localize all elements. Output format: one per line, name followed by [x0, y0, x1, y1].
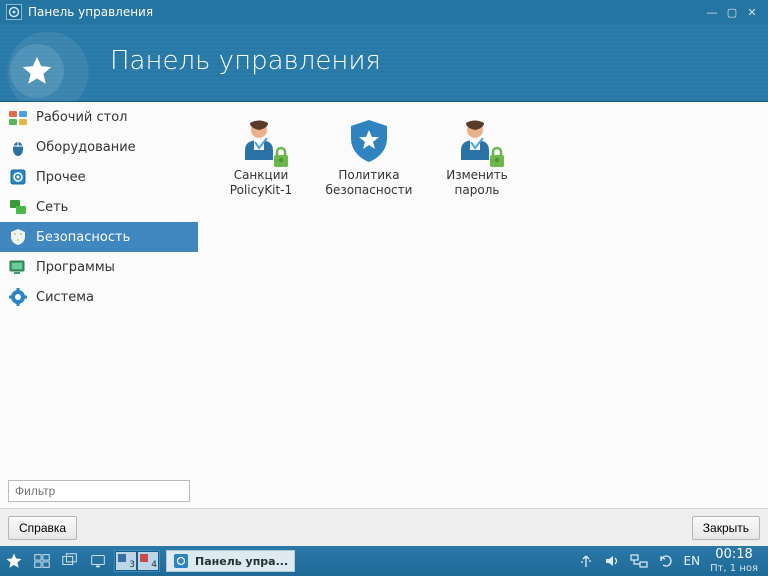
content-area: Санкции PolicyKit-1 Политика безопасност… [198, 102, 768, 508]
clock[interactable]: 00:18 Пт, 1 ноя [710, 548, 758, 573]
mouse-icon [8, 137, 28, 157]
volume-tray-icon[interactable] [604, 553, 620, 569]
header-star-icon [10, 44, 64, 98]
gear-icon [8, 167, 28, 187]
clock-time: 00:18 [715, 548, 752, 562]
help-button[interactable]: Справка [8, 516, 77, 540]
close-window-button[interactable]: ✕ [742, 4, 762, 20]
maximize-button[interactable]: ▢ [722, 4, 742, 20]
desktop-pager[interactable]: 3 4 [114, 550, 160, 572]
desktop-icon [8, 107, 28, 127]
user-lock-icon [453, 116, 501, 164]
sidebar-item-other[interactable]: Прочее [0, 162, 198, 192]
header: Панель управления [0, 24, 768, 102]
user-lock-icon [237, 116, 285, 164]
clock-date: Пт, 1 ноя [710, 563, 758, 574]
show-desktop-button[interactable] [84, 546, 112, 576]
item-security-policy[interactable]: Политика безопасности [318, 112, 420, 202]
updates-tray-icon[interactable] [658, 553, 674, 569]
task-label: Панель упра... [195, 555, 288, 568]
network-icon [8, 197, 28, 217]
sidebar-item-label: Сеть [36, 200, 68, 215]
item-policykit-sanctions[interactable]: Санкции PolicyKit-1 [210, 112, 312, 202]
sidebar-item-label: Рабочий стол [36, 110, 127, 125]
minimize-button[interactable]: — [702, 4, 722, 20]
titlebar[interactable]: Панель управления — ▢ ✕ [0, 0, 768, 24]
start-button[interactable] [0, 546, 28, 576]
item-label: Санкции PolicyKit-1 [210, 168, 312, 198]
keyboard-layout[interactable]: EN [684, 554, 701, 568]
sidebar-item-label: Безопасность [36, 230, 130, 245]
sidebar-item-hardware[interactable]: Оборудование [0, 132, 198, 162]
taskbar: 3 4 Панель упра... EN 00:18 Пт, 1 ноя [0, 546, 768, 576]
system-gear-icon [8, 287, 28, 307]
filter-input[interactable] [8, 480, 190, 502]
item-label: Изменить пароль [426, 168, 528, 198]
app-icon [6, 4, 22, 20]
taskbar-task-control-panel[interactable]: Панель упра... [166, 550, 295, 572]
usb-tray-icon[interactable] [578, 553, 594, 569]
shield-icon [8, 227, 28, 247]
file-manager-button[interactable] [28, 546, 56, 576]
shield-star-icon [345, 116, 393, 164]
sidebar-item-label: Система [36, 290, 94, 305]
sidebar-item-network[interactable]: Сеть [0, 192, 198, 222]
sidebar-item-desktop[interactable]: Рабочий стол [0, 102, 198, 132]
item-change-password[interactable]: Изменить пароль [426, 112, 528, 202]
sidebar-item-programs[interactable]: Программы [0, 252, 198, 282]
sidebar-item-label: Программы [36, 260, 115, 275]
footer: Справка Закрыть [0, 508, 768, 546]
sidebar-item-label: Оборудование [36, 140, 136, 155]
windows-button[interactable] [56, 546, 84, 576]
sidebar-item-security[interactable]: Безопасность [0, 222, 198, 252]
sidebar-item-label: Прочее [36, 170, 86, 185]
page-title: Панель управления [110, 46, 381, 76]
item-label: Политика безопасности [318, 168, 420, 198]
programs-icon [8, 257, 28, 277]
gear-icon [173, 553, 189, 569]
window-title: Панель управления [28, 5, 153, 19]
sidebar-item-system[interactable]: Система [0, 282, 198, 312]
close-button[interactable]: Закрыть [692, 516, 760, 540]
sidebar: Рабочий стол Оборудование Прочее Сеть Бе… [0, 102, 198, 508]
network-tray-icon[interactable] [630, 553, 648, 569]
